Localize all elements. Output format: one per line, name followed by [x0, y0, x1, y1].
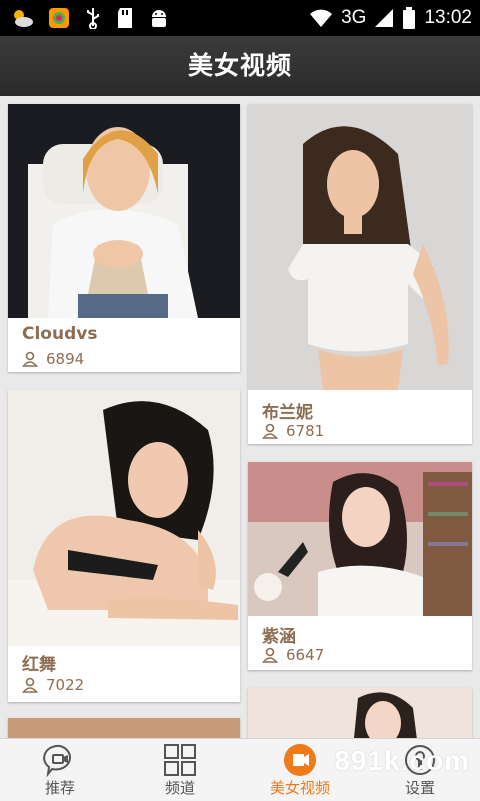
system-indicators: 3G 13:02 — [309, 6, 472, 30]
video-card-partial[interactable] — [248, 688, 472, 738]
app-header: 美女视频 — [0, 36, 480, 96]
sd-card-icon — [116, 7, 134, 29]
person-icon — [262, 423, 278, 439]
weather-icon — [10, 7, 34, 29]
thumbnail-image[interactable] — [8, 390, 240, 646]
usb-icon — [84, 7, 102, 29]
signal-icon — [374, 8, 394, 28]
app-store-icon — [48, 7, 70, 29]
viewer-count: 6894 — [22, 350, 84, 368]
video-grid[interactable]: Cloudvs 6894 布兰妮 6781 红舞 7022 紫涵 6647 — [0, 96, 480, 738]
viewer-count-value: 6647 — [286, 646, 325, 664]
battery-icon — [402, 7, 416, 29]
page-title: 美女视频 — [187, 51, 292, 80]
person-icon — [262, 647, 278, 663]
watermark: 891k.com — [334, 745, 470, 776]
video-card-partial[interactable] — [8, 718, 240, 738]
viewer-count: 7022 — [22, 676, 84, 694]
thumbnail-image[interactable] — [248, 104, 472, 390]
video-card[interactable]: 布兰妮 6781 — [248, 104, 472, 444]
performer-name: 红舞 — [22, 655, 56, 675]
nav-item-recommend[interactable]: 推荐 — [0, 739, 120, 801]
nav-item-channels[interactable]: 频道 — [120, 739, 240, 801]
viewer-count-value: 6894 — [46, 350, 85, 368]
network-type: 3G — [341, 7, 367, 28]
nav-label: 推荐 — [44, 779, 75, 797]
viewer-count-value: 7022 — [46, 676, 85, 694]
performer-name: 紫涵 — [262, 627, 296, 647]
thumbnail-image[interactable] — [248, 462, 472, 616]
nav-label: 频道 — [164, 779, 195, 797]
video-card[interactable]: 红舞 7022 — [8, 390, 240, 702]
nav-label: 美女视频 — [269, 779, 330, 797]
performer-name: Cloudvs — [22, 324, 98, 344]
person-icon — [22, 351, 38, 367]
thumbnail-image[interactable] — [8, 104, 240, 318]
viewer-count: 6781 — [262, 422, 324, 440]
thumbnail-image[interactable] — [8, 718, 240, 738]
video-icon — [282, 743, 318, 777]
nav-label: 设置 — [404, 779, 435, 797]
bottom-navigation: 推荐 频道 美女视频 设置 891k.com — [0, 738, 480, 801]
person-icon — [22, 677, 38, 693]
notification-icons — [10, 6, 170, 30]
performer-name: 布兰妮 — [262, 403, 313, 423]
clock: 13:02 — [424, 7, 472, 28]
viewer-count: 6647 — [262, 646, 324, 664]
thumbnail-image[interactable] — [248, 688, 472, 738]
status-bar: 3G 13:02 — [0, 0, 480, 36]
video-card[interactable]: Cloudvs 6894 — [8, 104, 240, 372]
chat-icon — [42, 743, 78, 778]
grid-icon — [162, 743, 198, 777]
video-card[interactable]: 紫涵 6647 — [248, 462, 472, 670]
android-icon — [148, 7, 170, 29]
wifi-icon — [309, 8, 333, 28]
viewer-count-value: 6781 — [286, 422, 325, 440]
